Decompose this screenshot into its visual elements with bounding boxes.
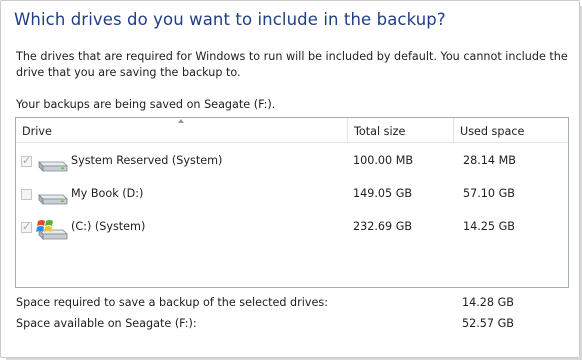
space-required-label: Space required to save a backup of the s… <box>16 296 328 309</box>
table-row[interactable]: System Reserved (System) 100.00 MB 28.14… <box>16 145 568 178</box>
drives-table: Drive Total size Used space System Reser… <box>15 117 569 288</box>
drive-total-size: 100.00 MB <box>353 154 414 167</box>
drive-name: System Reserved (System) <box>71 154 223 167</box>
description-text: The drives that are required for Windows… <box>16 50 568 79</box>
drive-used-space: 14.25 GB <box>463 220 515 233</box>
drive-name: (C:) (System) <box>71 220 146 233</box>
space-required-value: 14.28 GB <box>462 296 514 309</box>
drive-name: My Book (D:) <box>71 187 144 200</box>
windows-drive-icon <box>36 220 68 240</box>
backup-location-text: Your backups are being saved on Seagate … <box>16 98 276 111</box>
drive-used-space: 28.14 MB <box>463 154 516 167</box>
table-row[interactable]: My Book (D:) 149.05 GB 57.10 GB <box>16 178 568 211</box>
space-available-value: 52.57 GB <box>462 317 514 330</box>
drive-total-size: 149.05 GB <box>353 187 413 200</box>
include-checkbox[interactable] <box>21 220 32 233</box>
space-available-label: Space available on Seagate (F:): <box>16 317 197 330</box>
column-header-used-space[interactable]: Used space <box>453 118 568 142</box>
include-checkbox[interactable] <box>21 154 32 167</box>
page-title: Which drives do you want to include in t… <box>14 10 446 29</box>
hard-drive-icon <box>38 194 68 205</box>
sort-ascending-icon <box>178 119 184 123</box>
hard-drive-icon <box>38 161 68 172</box>
table-row[interactable]: (C:) (System) 232.69 GB 14.25 GB <box>16 211 568 244</box>
drive-used-space: 57.10 GB <box>463 187 515 200</box>
table-header: Drive Total size Used space <box>16 118 568 143</box>
column-header-total-size[interactable]: Total size <box>347 118 453 142</box>
include-checkbox[interactable] <box>21 189 32 200</box>
drive-total-size: 232.69 GB <box>353 220 413 233</box>
